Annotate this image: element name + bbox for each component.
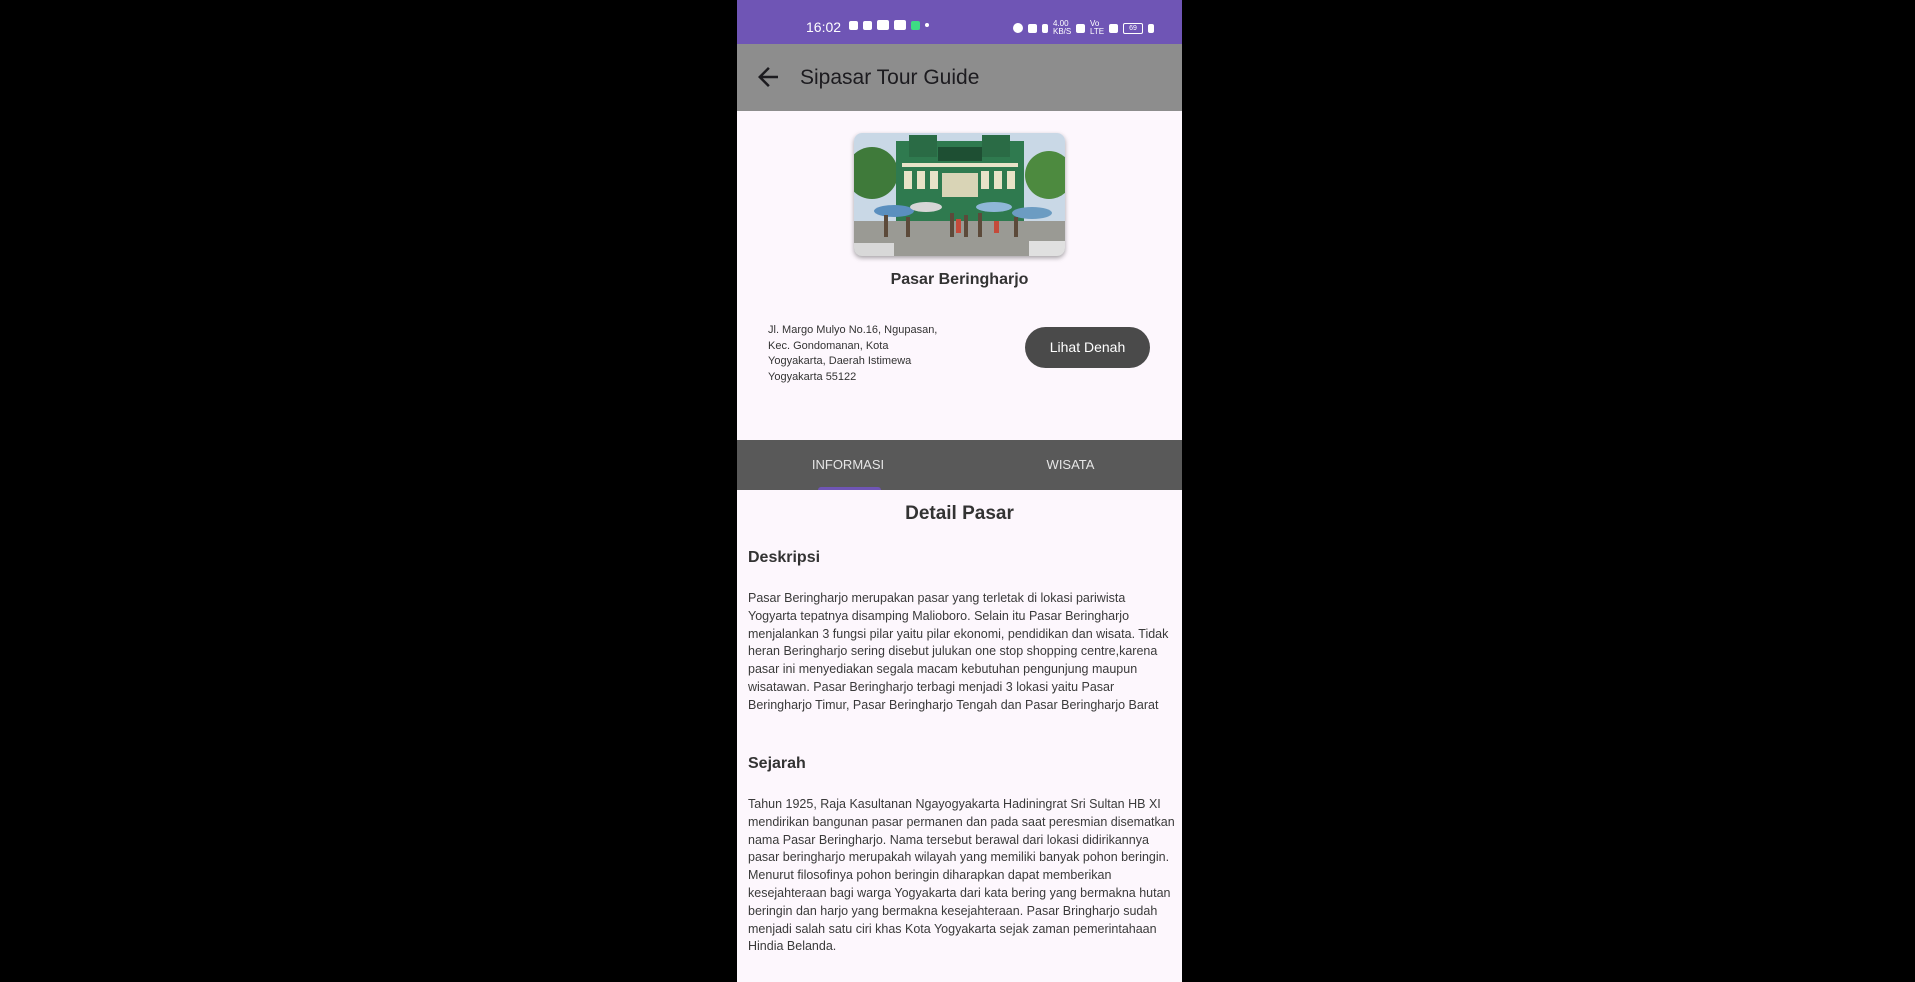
section-body-sejarah: Tahun 1925, Raja Kasultanan Ngayogyakart… xyxy=(748,797,1175,954)
tab-indicator xyxy=(818,487,881,490)
status-bar: 16:02 4.00 KB/S Vo LTE 69 xyxy=(737,0,1182,44)
section-body-deskripsi: Pasar Beringharjo merupakan pasar yang t… xyxy=(748,591,1169,712)
tab-wisata[interactable]: WISATA xyxy=(959,440,1182,490)
shield-icon xyxy=(911,20,920,30)
youtube-icon xyxy=(877,20,889,30)
system-icons: 4.00 KB/S Vo LTE 69 xyxy=(1013,20,1154,36)
market-name: Pasar Beringharjo xyxy=(890,271,1029,288)
vibrate-icon xyxy=(1028,23,1037,33)
arrow-back-icon xyxy=(758,67,778,87)
youtube-icon xyxy=(894,20,906,30)
app-title: Sipasar Tour Guide xyxy=(800,66,980,89)
wifi-icon xyxy=(1076,23,1085,33)
detail-title: Detail Pasar xyxy=(905,503,1014,524)
more-dot-icon xyxy=(925,23,929,27)
charging-icon xyxy=(1148,23,1154,33)
section-heading-sejarah: Sejarah xyxy=(748,755,806,772)
status-time: 16:02 xyxy=(806,19,842,35)
battery-icon: 69 xyxy=(1123,22,1143,34)
notification-icon xyxy=(863,20,872,30)
network-type: Vo LTE xyxy=(1090,19,1105,36)
signal-icon xyxy=(1109,23,1118,33)
app-bar: Sipasar Tour Guide xyxy=(737,44,1182,111)
alarm-icon xyxy=(1013,23,1023,33)
market-photo xyxy=(854,133,1065,256)
back-button[interactable] xyxy=(753,62,783,92)
notification-icons xyxy=(849,20,929,30)
section-heading-deskripsi: Deskripsi xyxy=(748,549,821,566)
market-address: Jl. Margo Mulyo No.16, Ngupasan, Kec. Go… xyxy=(768,324,938,383)
notification-icon xyxy=(849,20,858,30)
view-floor-plan-button[interactable]: Lihat Denah xyxy=(1025,327,1150,368)
tab-bar: INFORMASI WISATA xyxy=(737,440,1182,490)
network-speed: 4.00 KB/S xyxy=(1053,19,1072,36)
phone-screen: 16:02 4.00 KB/S Vo LTE 69 Sipasar Tour G… xyxy=(737,0,1182,982)
bluetooth-icon xyxy=(1042,23,1048,33)
tab-informasi[interactable]: INFORMASI xyxy=(737,440,959,490)
